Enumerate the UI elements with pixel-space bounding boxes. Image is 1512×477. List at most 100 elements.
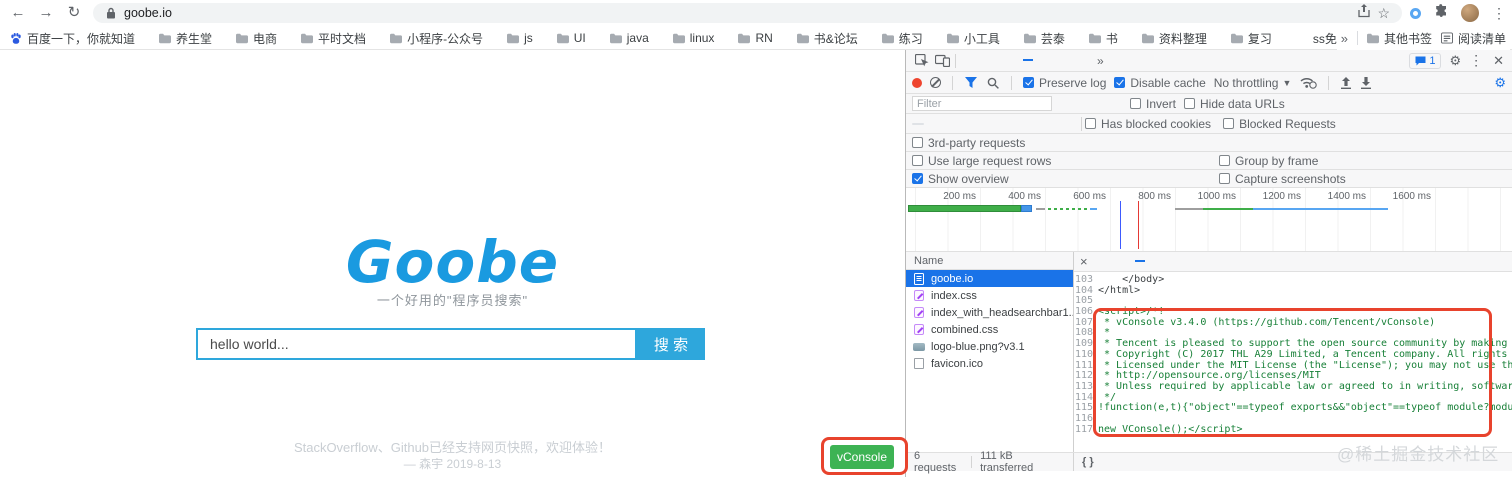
bookmark-item[interactable]: js — [507, 31, 533, 45]
bookmark-item[interactable]: 复习 — [1230, 30, 1272, 47]
type-filter-chip[interactable] — [1066, 123, 1078, 125]
type-filter-chip[interactable] — [1052, 123, 1064, 125]
network-filter-input[interactable] — [912, 96, 1052, 111]
network-status-bar: 6 requests 111 kB transferred { } — [906, 450, 1512, 474]
large-rows-checkbox[interactable] — [912, 155, 923, 166]
bookmark-item[interactable]: RN — [738, 31, 773, 45]
css-icon — [913, 307, 925, 318]
request-row[interactable]: favicon.ico — [906, 355, 1073, 372]
type-filter-chip[interactable] — [926, 123, 938, 125]
search-button[interactable]: 搜 索 — [637, 328, 705, 360]
search-input[interactable] — [196, 328, 637, 360]
reload-icon[interactable]: ↻ — [64, 0, 84, 26]
request-row[interactable]: index.css — [906, 287, 1073, 304]
bookmark-star-icon[interactable]: ☆ — [1377, 5, 1390, 22]
vconsole-button[interactable]: vConsole — [830, 445, 894, 469]
search-icon[interactable] — [986, 73, 1000, 93]
throttling-dropdown[interactable]: No throttling ▼ — [1214, 76, 1292, 90]
bookmark-item[interactable]: 养生堂 — [159, 30, 212, 47]
third-party-checkbox[interactable] — [912, 137, 923, 148]
bookmark-item[interactable]: 小工具 — [946, 30, 1000, 47]
disable-cache-checkbox[interactable] — [1114, 77, 1126, 88]
code-line: 117 new VConsole();</script> — [1074, 424, 1512, 435]
bookmark-item[interactable]: 其他书签 — [1366, 30, 1432, 47]
bookmark-item[interactable]: ss免费账号 · Alvin... — [1296, 30, 1340, 47]
waterfall-bar — [1175, 208, 1203, 210]
type-chip-list — [912, 122, 1078, 125]
type-filter-chip[interactable] — [968, 123, 980, 125]
bookmark-item[interactable]: 小程序-公众号 — [390, 30, 483, 47]
type-filter-chip[interactable] — [954, 123, 966, 125]
bookmark-item[interactable]: 书 — [1088, 30, 1118, 47]
request-row[interactable]: index_with_headsearchbar1.... — [906, 304, 1073, 321]
bookmark-item[interactable]: 芸泰 — [1023, 30, 1065, 47]
hide-data-urls-checkbox[interactable] — [1184, 98, 1196, 109]
type-filter-chip[interactable] — [940, 123, 952, 125]
device-toolbar-icon[interactable] — [932, 51, 952, 71]
filter-funnel-icon[interactable] — [964, 73, 978, 93]
avatar[interactable] — [1461, 4, 1479, 22]
inspect-element-icon[interactable] — [912, 51, 932, 71]
line-text: </body> — [1098, 274, 1165, 285]
detail-close-icon[interactable]: × — [1078, 254, 1090, 269]
code-line: 115 !function(e,t){"object"==typeof expo… — [1074, 402, 1512, 413]
network-settings-icon[interactable]: ⚙ — [1494, 75, 1506, 91]
bookmark-label: 芸泰 — [1040, 31, 1065, 46]
preserve-log-checkbox[interactable] — [1023, 77, 1034, 88]
type-filter-chip[interactable] — [996, 123, 1008, 125]
waterfall-bar — [1203, 208, 1253, 210]
devtools-close-icon[interactable]: ✕ — [1491, 53, 1506, 69]
type-filter-chip[interactable] — [1024, 123, 1036, 125]
address-bar[interactable]: goobe.io ☆ — [93, 3, 1402, 23]
back-icon[interactable]: ← — [8, 0, 28, 26]
record-icon[interactable] — [912, 77, 922, 88]
extension-ring-icon[interactable] — [1410, 7, 1421, 19]
request-row[interactable]: logo-blue.png?v3.1 — [906, 338, 1073, 355]
type-filter-chip[interactable] — [982, 123, 994, 125]
folder-icon — [738, 33, 751, 44]
bookmark-item[interactable]: 百度一下，你就知道 — [10, 30, 135, 47]
filter-checkbox[interactable] — [1223, 118, 1235, 129]
type-filter-chip[interactable] — [1010, 123, 1022, 125]
bookmark-label: 阅读清单 — [1457, 31, 1506, 46]
waterfall-bar — [1036, 208, 1045, 210]
network-conditions-icon[interactable] — [1299, 73, 1317, 93]
show-overview-checkbox[interactable] — [912, 173, 923, 184]
page-tagline: 一个好用的"程序员搜索" — [376, 293, 529, 308]
invert-checkbox[interactable] — [1130, 98, 1141, 109]
bookmarks-overflow-icon[interactable]: » — [1341, 31, 1348, 46]
group-by-frame-checkbox[interactable] — [1219, 155, 1230, 166]
devtools-menu-icon[interactable]: ⋮ — [1469, 52, 1483, 69]
extensions-puzzle-icon[interactable] — [1434, 3, 1448, 23]
browser-menu-icon[interactable]: ⋮ — [1492, 5, 1506, 22]
bookmark-item[interactable]: java — [609, 31, 649, 45]
filter-checkbox[interactable] — [1085, 118, 1096, 129]
bookmark-item[interactable]: linux — [672, 31, 714, 45]
import-har-icon[interactable] — [1340, 73, 1352, 93]
more-tabs-icon[interactable]: » — [1091, 54, 1110, 68]
folder-icon — [946, 33, 959, 44]
request-row[interactable]: combined.css — [906, 321, 1073, 338]
issues-badge[interactable]: 1 — [1409, 52, 1442, 69]
response-code[interactable]: 103 </body> 104 </html> 105 106 <script>… — [1074, 272, 1512, 452]
request-row[interactable]: goobe.io — [906, 270, 1073, 287]
pretty-print-icon[interactable]: { } — [1074, 456, 1102, 468]
clear-icon[interactable] — [930, 77, 941, 88]
bookmark-item[interactable]: 电商 — [236, 30, 277, 47]
bookmark-item[interactable]: 练习 — [881, 30, 923, 47]
share-icon[interactable] — [1358, 3, 1371, 23]
devtools-panel: » 1 ⚙ ⋮ ✕ Preserve log Disable cache No … — [905, 50, 1512, 477]
bookmark-item[interactable]: 平时文档 — [301, 30, 366, 47]
request-list-header[interactable]: Name — [906, 252, 1073, 270]
type-filter-chip[interactable] — [1038, 123, 1050, 125]
bookmark-item[interactable]: 资料整理 — [1141, 30, 1207, 47]
type-filter-chip[interactable] — [912, 122, 924, 125]
bookmark-item[interactable]: 阅读清单 — [1440, 30, 1506, 47]
network-overview[interactable]: 200 ms 400 ms 600 ms 800 ms 1000 ms 1200 ms 14… — [906, 188, 1512, 252]
capture-screenshots-checkbox[interactable] — [1219, 173, 1230, 184]
bookmark-item[interactable]: UI — [556, 31, 586, 45]
export-har-icon[interactable] — [1360, 73, 1372, 93]
bookmark-item[interactable]: 书&论坛 — [796, 30, 858, 47]
devtools-settings-icon[interactable]: ⚙ — [1449, 53, 1461, 69]
forward-icon[interactable]: → — [36, 0, 56, 26]
